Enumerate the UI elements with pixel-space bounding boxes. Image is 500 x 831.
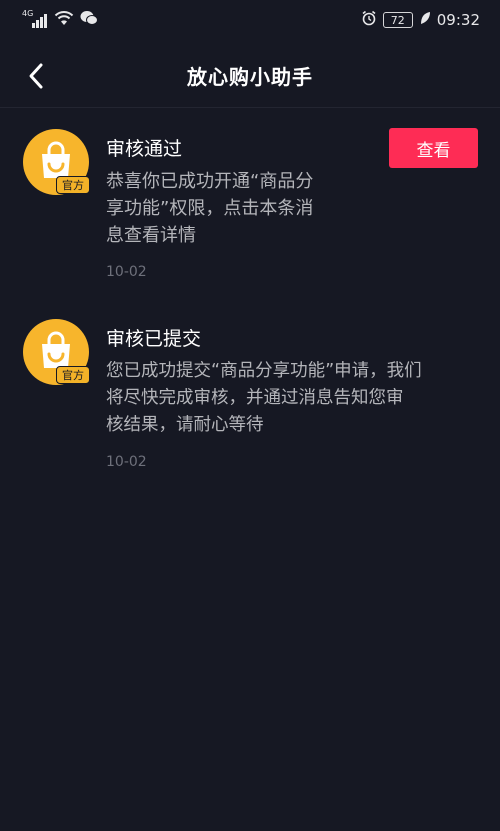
message-date: 10-02 (106, 264, 147, 280)
clock-time: 09:32 (436, 11, 480, 29)
message-body-line: 息查看详情 (106, 225, 196, 246)
message-item[interactable]: 官方 审核通过 恭喜你已成功开通“商品分 享功能”权限，点击本条消 息查看详情 … (0, 128, 500, 318)
official-badge: 官方 (56, 366, 90, 384)
message-title: 审核通过 (106, 138, 183, 160)
back-button[interactable] (18, 58, 54, 94)
status-left: 4G (22, 9, 98, 30)
signal-icon: 4G (22, 9, 48, 28)
message-body: 您已成功提交“商品分享功能”申请，我们 将尽快完成审核，并通过消息告知您审 核结… (106, 358, 484, 439)
status-right: 72 09:32 (361, 10, 480, 30)
message-body-line: 享功能”权限，点击本条消 (106, 198, 314, 219)
chevron-left-icon (29, 63, 43, 89)
shopping-bag-icon (42, 344, 70, 368)
message-date: 10-02 (106, 454, 147, 470)
official-badge: 官方 (56, 176, 90, 194)
nav-bar: 放心购小助手 (0, 44, 500, 108)
message-body-line: 您已成功提交“商品分享功能”申请，我们 (106, 361, 422, 381)
message-body-line: 将尽快完成审核，并通过消息告知您审 (106, 388, 404, 408)
message-item[interactable]: 官方 审核已提交 您已成功提交“商品分享功能”申请，我们 将尽快完成审核，并通过… (0, 318, 500, 508)
avatar: 官方 (22, 128, 90, 196)
view-button[interactable]: 查看 (389, 128, 478, 168)
message-body: 恭喜你已成功开通“商品分 享功能”权限，点击本条消 息查看详情 (106, 168, 484, 249)
battery-indicator: 72 (382, 12, 413, 28)
avatar: 官方 (22, 318, 90, 386)
message-body-line: 核结果，请耐心等待 (106, 415, 264, 435)
message-title: 审核已提交 (106, 328, 202, 350)
shopping-bag-icon (42, 154, 70, 178)
wifi-icon (54, 10, 74, 30)
status-bar: 4G 72 09:32 (0, 0, 500, 40)
leaf-icon (419, 11, 431, 29)
page-title: 放心购小助手 (187, 65, 313, 89)
alarm-icon (361, 10, 377, 30)
wechat-icon (80, 10, 98, 30)
message-body-line: 恭喜你已成功开通“商品分 (106, 171, 314, 192)
